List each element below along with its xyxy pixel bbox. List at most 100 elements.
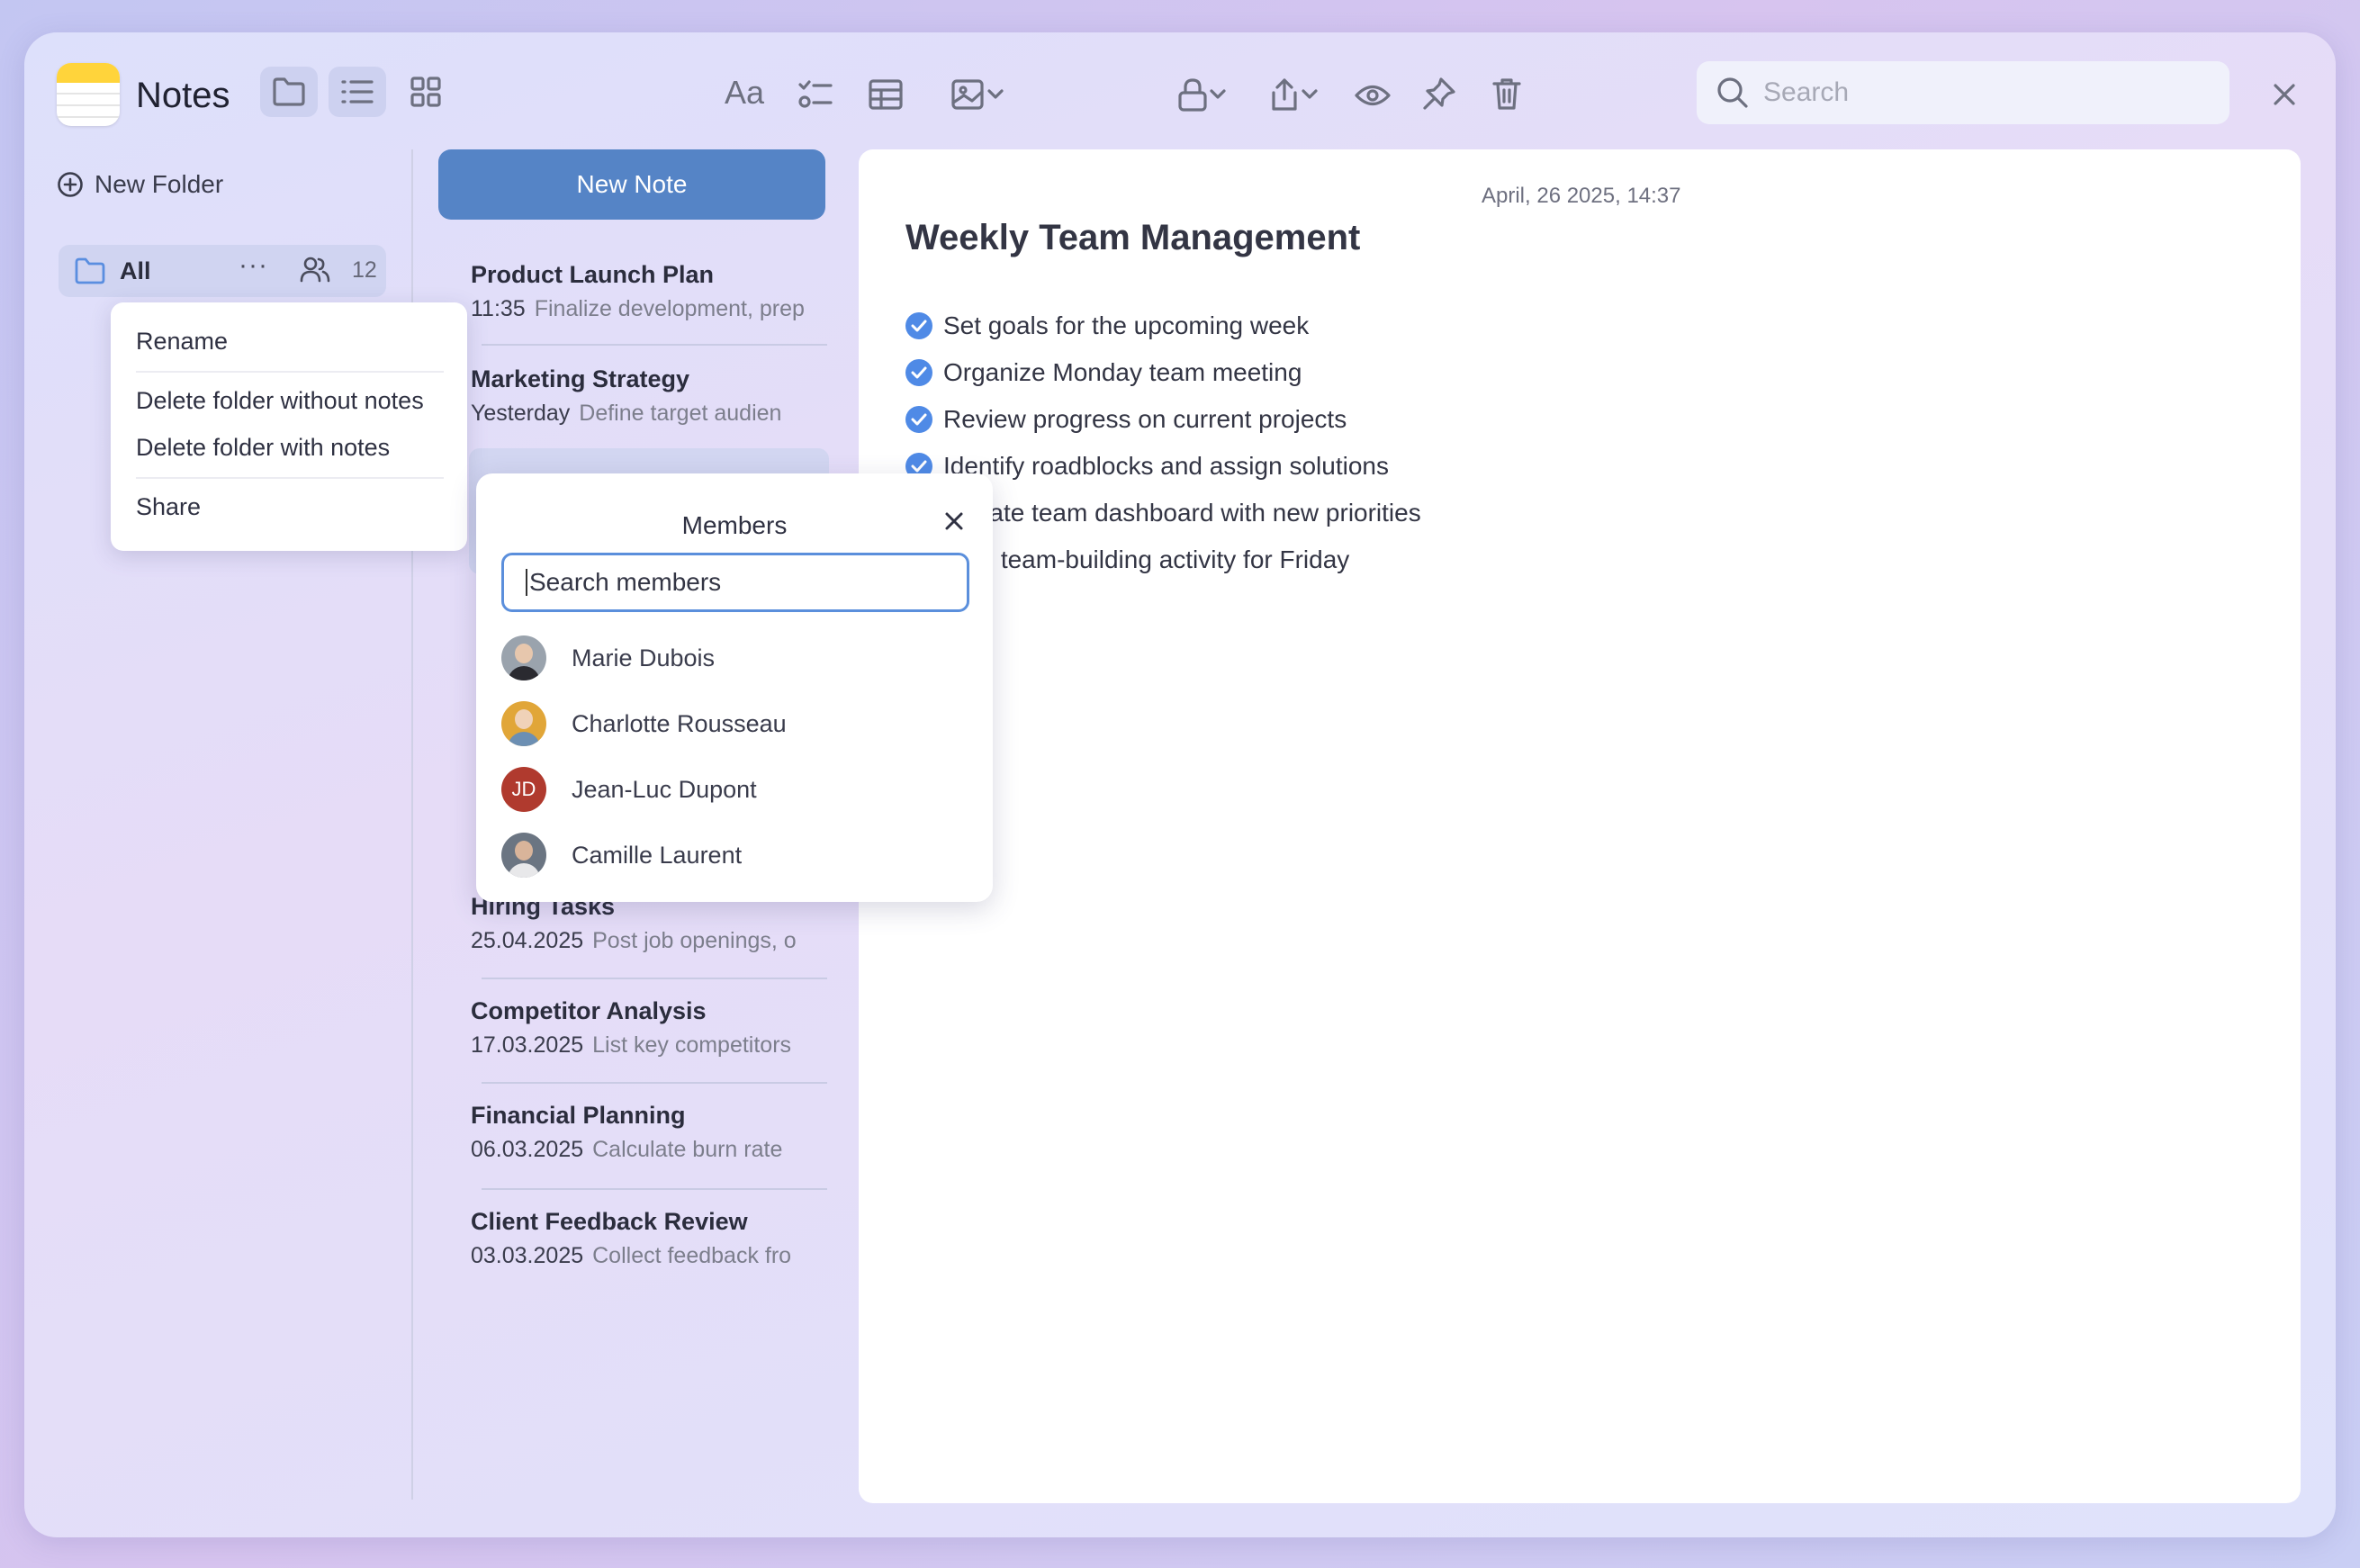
note-date: 03.03.2025 [471, 1243, 584, 1268]
new-folder-label: New Folder [95, 170, 224, 198]
members-title: Members [681, 511, 788, 539]
note-date: 11:35 [471, 296, 526, 321]
preview-button[interactable] [1349, 72, 1396, 119]
folder-icon [273, 77, 305, 106]
checklist-text: Update team dashboard with new prioritie… [943, 499, 1421, 527]
avatar [501, 635, 546, 680]
folder-icon [75, 257, 105, 284]
folder-all[interactable]: All ··· 12 [59, 245, 386, 297]
image-icon [951, 79, 984, 110]
list-view-button[interactable] [329, 67, 386, 117]
folder-more-button[interactable]: ··· [239, 250, 268, 281]
note-heading[interactable]: Weekly Team Management [905, 218, 1360, 258]
folder-note-count: 12 [352, 257, 377, 283]
member-item[interactable]: JD Jean-Luc Dupont [501, 767, 757, 812]
lock-button[interactable] [1166, 70, 1238, 119]
chevron-down-icon [987, 89, 1004, 99]
note-title: Competitor Analysis [471, 997, 707, 1024]
checklist-item[interactable]: Set goals for the upcoming week [905, 311, 1309, 340]
note-item[interactable]: Client Feedback Review 03.03.2025 Collect… [471, 1208, 849, 1269]
eye-icon [1355, 85, 1391, 106]
checkbox-checked[interactable] [905, 406, 932, 433]
avatar [501, 833, 546, 878]
note-date: Yesterday [471, 401, 571, 426]
trash-icon [1492, 78, 1521, 110]
checklist-item[interactable]: Review progress on current projects [905, 405, 1347, 434]
search-input[interactable] [1763, 77, 2213, 108]
share-icon [1272, 78, 1297, 111]
note-item[interactable]: Financial Planning 06.03.2025 Calculate b… [471, 1102, 849, 1163]
checkmark-icon [911, 366, 927, 379]
note-item[interactable]: Competitor Analysis 17.03.2025 List key c… [471, 997, 849, 1059]
checklist-item[interactable]: Organize Monday team meeting [905, 358, 1302, 387]
search-icon [1717, 77, 1748, 108]
app-title: Notes [136, 76, 230, 115]
note-preview: Post job openings, o [592, 928, 797, 953]
member-item[interactable]: Camille Laurent [501, 833, 742, 878]
table-icon [869, 79, 903, 110]
insert-image-button[interactable] [937, 72, 1018, 117]
member-name: Jean-Luc Dupont [572, 775, 757, 803]
avatar [501, 701, 546, 746]
new-folder-button[interactable]: New Folder [57, 164, 223, 205]
menu-item-delete-with-notes[interactable]: Delete folder with notes [136, 434, 390, 462]
checklist-icon [798, 80, 833, 108]
members-search-input[interactable] [529, 568, 952, 597]
search-bar[interactable] [1697, 61, 2229, 124]
close-members-button[interactable] [941, 508, 968, 535]
members-search-field[interactable] [501, 553, 969, 612]
note-preview: List key competitors [592, 1032, 792, 1058]
grid-icon [410, 77, 441, 107]
close-window-button[interactable] [2262, 72, 2307, 117]
menu-item-rename[interactable]: Rename [136, 328, 228, 356]
close-icon [2274, 84, 2295, 105]
grid-view-button[interactable] [397, 67, 455, 117]
checklist-text: Set goals for the upcoming week [943, 311, 1310, 339]
share-button[interactable] [1257, 70, 1329, 119]
note-date: 17.03.2025 [471, 1032, 584, 1058]
member-item[interactable]: Marie Dubois [501, 635, 715, 680]
note-timestamp: April, 26 2025, 14:37 [1482, 184, 1681, 208]
checklist-text: Plan team-building activity for Friday [943, 545, 1350, 573]
text-format-icon[interactable]: Aa [716, 70, 773, 115]
checklist-button[interactable] [793, 72, 838, 117]
note-preview: Collect feedback fro [592, 1243, 792, 1268]
chevron-down-icon [1302, 89, 1318, 99]
member-name: Marie Dubois [572, 644, 716, 671]
member-name: Camille Laurent [572, 841, 743, 869]
note-item[interactable]: Product Launch Plan 11:35 Finalize develo… [471, 261, 849, 322]
members-popup: Members Marie Dubois Charlotte Rousseau … [476, 473, 993, 902]
folder-members-button[interactable] [300, 256, 330, 287]
folder-view-button[interactable] [260, 67, 318, 117]
list-icon [341, 80, 374, 104]
checkbox-checked[interactable] [905, 312, 932, 339]
delete-note-button[interactable] [1484, 70, 1529, 117]
checkmark-icon [911, 413, 927, 426]
close-icon [945, 512, 963, 530]
avatar: JD [501, 767, 546, 812]
chevron-down-icon [1210, 89, 1226, 99]
checkmark-icon [911, 320, 927, 332]
checkmark-icon [911, 460, 927, 473]
folder-context-menu: Rename Delete folder without notes Delet… [111, 302, 467, 551]
note-title: Financial Planning [471, 1102, 686, 1129]
pin-button[interactable] [1416, 70, 1463, 117]
note-editor[interactable]: April, 26 2025, 14:37 Weekly Team Manage… [859, 149, 2301, 1503]
note-title: Marketing Strategy [471, 365, 690, 392]
new-note-button[interactable]: New Note [438, 149, 825, 220]
menu-item-share[interactable]: Share [136, 493, 201, 521]
member-item[interactable]: Charlotte Rousseau [501, 701, 787, 746]
note-date: 25.04.2025 [471, 928, 584, 953]
people-icon [300, 257, 330, 283]
note-item[interactable]: Marketing Strategy Yesterday Define targe… [471, 365, 849, 427]
note-date: 06.03.2025 [471, 1137, 584, 1162]
checklist-text: Identify roadblocks and assign solutions [943, 452, 1389, 480]
notes-window: Notes Aa Search New Folder All ··· 12 Re… [24, 32, 2336, 1537]
lock-icon [1178, 78, 1207, 112]
menu-item-delete-without-notes[interactable]: Delete folder without notes [136, 387, 424, 415]
note-item[interactable]: Hiring Tasks 25.04.2025 Post job openings… [471, 893, 849, 954]
note-title: Client Feedback Review [471, 1208, 748, 1235]
table-button[interactable] [863, 72, 908, 117]
note-title: Product Launch Plan [471, 261, 715, 288]
checkbox-checked[interactable] [905, 359, 932, 386]
